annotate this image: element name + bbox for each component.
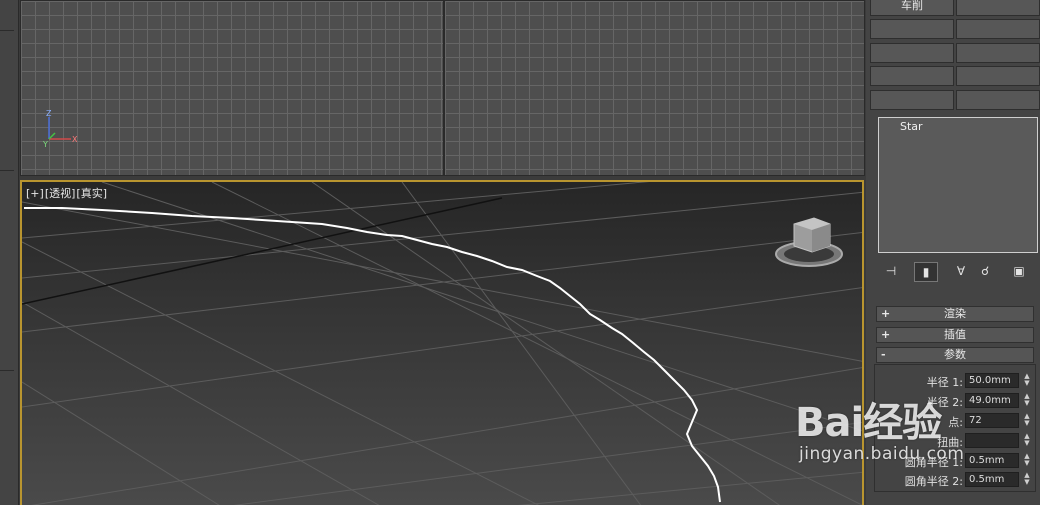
fillet-radius1-field[interactable]: 0.5mm bbox=[965, 453, 1019, 468]
param-row-points: 点: 72 ▲ ▼ bbox=[875, 412, 1037, 430]
perspective-grid bbox=[22, 182, 862, 505]
param-row-fillet1: 圆角半径 1: 0.5mm ▲ ▼ bbox=[875, 452, 1037, 470]
viewport-menu-plus[interactable]: [+] bbox=[26, 187, 44, 200]
axis-tripod-icon: Z Y X bbox=[42, 109, 78, 149]
remove-modifier-icon[interactable]: ☌ bbox=[974, 262, 996, 280]
viewport-top-right[interactable] bbox=[444, 0, 865, 176]
rollout-rendering[interactable]: + 渲染 bbox=[876, 306, 1034, 322]
modifier-button-empty[interactable] bbox=[956, 90, 1040, 110]
radius1-label: 半径 1: bbox=[926, 376, 963, 389]
viewport-perspective[interactable]: [+][透视][真实] bbox=[20, 180, 864, 505]
radius2-label: 半径 2: bbox=[926, 396, 963, 409]
lathe-modifier-button[interactable]: 车削 bbox=[870, 0, 954, 16]
points-label: 点: bbox=[948, 416, 963, 429]
modifier-button-empty[interactable] bbox=[956, 19, 1040, 39]
fillet-radius1-spinner-icon[interactable]: ▲ ▼ bbox=[1022, 453, 1032, 468]
rollout-collapse-icon: - bbox=[881, 348, 886, 361]
radius2-spinner-icon[interactable]: ▲ ▼ bbox=[1022, 393, 1032, 408]
fillet-radius2-field[interactable]: 0.5mm bbox=[965, 472, 1019, 487]
rollout-expand-icon: + bbox=[881, 328, 891, 341]
points-field[interactable]: 72 bbox=[965, 413, 1019, 428]
viewport-view-label[interactable]: [透视] bbox=[45, 187, 76, 200]
viewcube-icon[interactable] bbox=[775, 217, 843, 267]
rollout-title: 插值 bbox=[944, 328, 966, 341]
fillet-radius1-label: 圆角半径 1: bbox=[904, 456, 963, 469]
modifier-button-empty[interactable] bbox=[870, 43, 954, 63]
modifier-button-empty[interactable] bbox=[956, 66, 1040, 86]
fillet-radius2-spinner-icon[interactable]: ▲ ▼ bbox=[1022, 472, 1032, 487]
rollout-parameters[interactable]: - 参数 bbox=[876, 347, 1034, 363]
strip-divider bbox=[0, 370, 14, 371]
distortion-field[interactable] bbox=[965, 433, 1019, 448]
strip-divider bbox=[0, 170, 14, 171]
star-spline-edge[interactable] bbox=[24, 207, 721, 503]
viewport-label[interactable]: [+][透视][真实] bbox=[26, 185, 108, 201]
viewport-top-left[interactable]: Z Y X bbox=[20, 0, 444, 176]
param-row-fillet2: 圆角半径 2: 0.5mm ▲ ▼ bbox=[875, 471, 1037, 489]
radius1-spinner-icon[interactable]: ▲ ▼ bbox=[1022, 373, 1032, 388]
rollout-title: 渲染 bbox=[944, 307, 966, 320]
modifier-button-empty[interactable] bbox=[870, 19, 954, 39]
modifier-button-empty[interactable] bbox=[870, 66, 954, 86]
points-spinner-icon[interactable]: ▲ ▼ bbox=[1022, 413, 1032, 428]
param-row-distortion: 扭曲: ▲ ▼ bbox=[875, 432, 1037, 450]
radius2-field[interactable]: 49.0mm bbox=[965, 393, 1019, 408]
show-end-result-icon[interactable]: ▮ bbox=[914, 262, 938, 282]
axis-z-label: Z bbox=[46, 109, 52, 118]
modifier-button-empty[interactable] bbox=[870, 90, 954, 110]
axis-y-label: Y bbox=[42, 140, 48, 149]
modifier-button-empty[interactable] bbox=[956, 43, 1040, 63]
distortion-label: 扭曲: bbox=[937, 436, 963, 449]
configure-modifier-sets-icon[interactable]: ▣ bbox=[1008, 262, 1030, 280]
strip-divider bbox=[0, 30, 14, 31]
parameters-body: 半径 1: 50.0mm ▲ ▼ 半径 2: 49.0mm ▲ ▼ 点: 72 ▲ ▼… bbox=[874, 364, 1036, 492]
world-x-axis bbox=[22, 197, 503, 305]
stack-item-star[interactable]: Star bbox=[881, 120, 1035, 134]
param-row-radius2: 半径 2: 49.0mm ▲ ▼ bbox=[875, 392, 1037, 410]
distortion-spinner-icon[interactable]: ▲ ▼ bbox=[1022, 433, 1032, 448]
axis-x-label: X bbox=[72, 135, 78, 144]
fillet-radius2-label: 圆角半径 2: bbox=[904, 475, 963, 488]
rollout-expand-icon: + bbox=[881, 307, 891, 320]
modifier-button-empty[interactable] bbox=[956, 0, 1040, 16]
rollout-interpolation[interactable]: + 插值 bbox=[876, 327, 1034, 343]
pin-stack-icon[interactable]: ⊣ bbox=[880, 262, 902, 280]
command-panel: 车削 Star ⊣ ▮ ∀ ☌ ▣ + 渲染 + 插值 - 参数 半径 1: 5… bbox=[866, 0, 1040, 505]
radius1-field[interactable]: 50.0mm bbox=[965, 373, 1019, 388]
rollout-title: 参数 bbox=[944, 348, 966, 361]
make-unique-icon[interactable]: ∀ bbox=[950, 262, 972, 280]
param-row-radius1: 半径 1: 50.0mm ▲ ▼ bbox=[875, 372, 1037, 390]
viewport-shading-label[interactable]: [真实] bbox=[76, 187, 107, 200]
modifier-stack-list[interactable]: Star bbox=[878, 117, 1038, 253]
left-toolbar-strip bbox=[0, 0, 19, 505]
